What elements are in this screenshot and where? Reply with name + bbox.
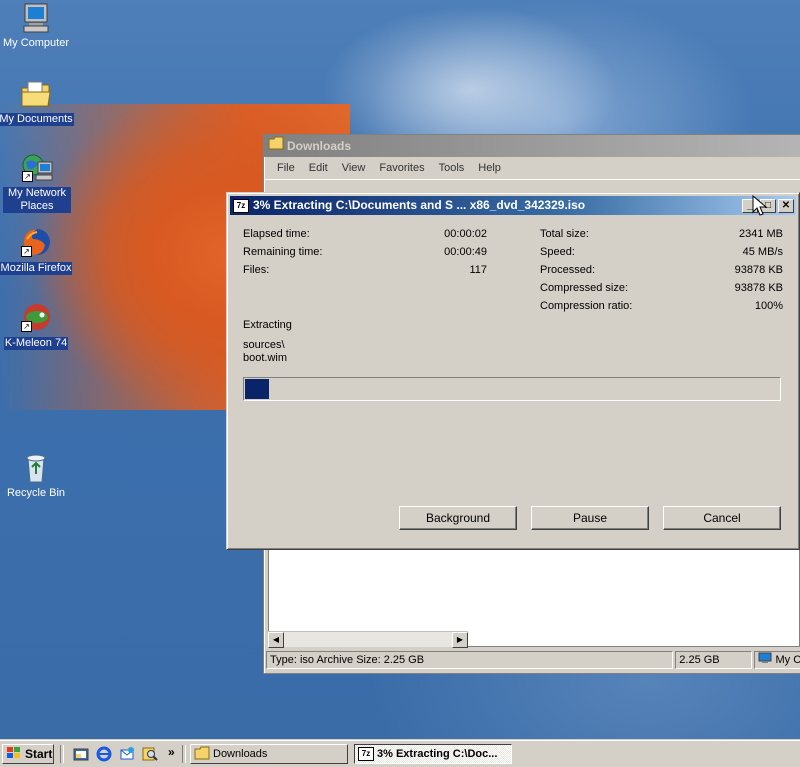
explorer-title-bar[interactable]: Downloads (264, 135, 800, 157)
windows-logo-icon (6, 746, 22, 763)
speed-value: 45 MB/s (742, 246, 783, 258)
folder-icon (268, 135, 284, 157)
search-icon[interactable] (142, 746, 158, 762)
shortcut-arrow-icon: ↗ (21, 246, 32, 257)
documents-folder-icon (19, 78, 53, 110)
close-button[interactable]: ✕ (778, 198, 794, 213)
7zip-app-icon: 7z (233, 198, 249, 213)
elapsed-time-label: Elapsed time: (243, 228, 310, 240)
taskbar-task-extracting[interactable]: 7z 3% Extracting C:\Doc... (354, 744, 512, 764)
desktop-icon-recycle-bin[interactable]: Recycle Bin (0, 452, 74, 500)
recycle-bin-icon (19, 452, 53, 484)
compressed-size-label: Compressed size: (540, 282, 629, 294)
explorer-status-bar: Type: iso Archive Size: 2.25 GB 2.25 GB … (266, 651, 800, 669)
compressed-size-value: 93878 KB (734, 282, 783, 294)
remaining-time-label: Remaining time: (243, 246, 323, 258)
extraction-progress-bar (243, 377, 781, 401)
scroll-right-button[interactable]: ▶ (452, 632, 468, 648)
menu-view[interactable]: View (342, 162, 366, 174)
background-button[interactable]: Background (399, 506, 517, 530)
mouse-cursor-icon (752, 194, 768, 217)
kmeleon-icon: ↗ (19, 302, 53, 334)
total-size-label: Total size: (540, 228, 589, 240)
explorer-menu-bar: File Edit View Favorites Tools Help (264, 157, 800, 179)
compression-ratio-label: Compression ratio: (540, 300, 633, 312)
processed-value: 93878 KB (734, 264, 783, 276)
firefox-icon: ↗ (19, 227, 53, 259)
status-zone: My C (754, 651, 800, 669)
folder-icon (194, 746, 210, 763)
cancel-button[interactable]: Cancel (663, 506, 781, 530)
menu-favorites[interactable]: Favorites (379, 162, 424, 174)
compression-ratio-value: 100% (754, 300, 783, 312)
start-button[interactable]: Start (2, 744, 54, 764)
computer-icon (758, 652, 772, 668)
desktop-icon-mozilla-firefox[interactable]: ↗ Mozilla Firefox (0, 227, 74, 275)
menu-file[interactable]: File (277, 162, 295, 174)
outlook-express-icon[interactable] (119, 746, 135, 762)
pause-button[interactable]: Pause (531, 506, 649, 530)
start-label: Start (25, 747, 53, 761)
taskbar-task-downloads[interactable]: Downloads (190, 744, 348, 764)
dialog-title-bar[interactable]: 7z 3% Extracting C:\Documents and S ... … (230, 196, 796, 215)
status-description: Type: iso Archive Size: 2.25 GB (266, 651, 674, 669)
taskbar-task-label: Downloads (213, 748, 268, 760)
elapsed-time-value: 00:00:02 (444, 228, 487, 240)
progress-fill (245, 379, 270, 399)
close-icon: ✕ (781, 199, 791, 211)
current-file: boot.wim (243, 352, 288, 364)
extraction-dialog[interactable]: 7z 3% Extracting C:\Documents and S ... … (226, 192, 800, 550)
desktop-icon-label: Mozilla Firefox (0, 262, 73, 275)
remaining-time-value: 00:00:49 (444, 246, 487, 258)
taskbar-task-label: 3% Extracting C:\Doc... (377, 748, 498, 760)
show-desktop-icon[interactable] (73, 746, 89, 762)
desktop-icon-label: Recycle Bin (6, 487, 66, 499)
taskbar-separator (182, 745, 186, 763)
menu-tools[interactable]: Tools (439, 162, 465, 174)
total-size-value: 2341 MB (738, 228, 783, 240)
taskbar-separator (60, 745, 64, 763)
dialog-title: 3% Extracting C:\Documents and S ... x86… (253, 198, 586, 212)
files-label: Files: (243, 264, 270, 276)
computer-icon (19, 2, 53, 34)
current-path: sources\ (243, 339, 285, 351)
operation-label: Extracting (243, 319, 292, 331)
network-icon: ↗ (20, 152, 54, 184)
shortcut-arrow-icon: ↗ (22, 171, 33, 182)
desktop: My Computer My Documents ↗ My Network Pl… (0, 0, 800, 740)
files-value: 117 (469, 264, 487, 276)
quick-launch-more-chevron-icon[interactable]: » (168, 745, 175, 759)
internet-explorer-icon[interactable] (96, 746, 112, 762)
processed-label: Processed: (540, 264, 596, 276)
menu-edit[interactable]: Edit (309, 162, 328, 174)
status-zone-label: My C (775, 654, 800, 666)
desktop-icon-k-meleon[interactable]: ↗ K-Meleon 74 (0, 302, 74, 350)
scroll-left-button[interactable]: ◀ (268, 632, 284, 648)
status-size: 2.25 GB (675, 651, 753, 669)
desktop-icon-my-documents[interactable]: My Documents (0, 78, 74, 126)
horizontal-scrollbar[interactable]: ◀ ▶ (268, 631, 468, 648)
shortcut-arrow-icon: ↗ (21, 321, 32, 332)
desktop-icon-label: K-Meleon 74 (3, 337, 69, 350)
desktop-icon-my-computer[interactable]: My Computer (0, 2, 74, 50)
explorer-title: Downloads (287, 139, 352, 153)
desktop-icon-label: My Network Places (3, 187, 71, 213)
taskbar: Start » Downloads 7z 3% Extracting C:\Do… (0, 740, 800, 767)
7zip-app-icon: 7z (358, 747, 374, 761)
desktop-icon-my-network-places[interactable]: ↗ My Network Places (0, 152, 76, 213)
desktop-icon-label: My Documents (0, 113, 74, 126)
speed-label: Speed: (540, 246, 575, 258)
desktop-icon-label: My Computer (2, 37, 70, 49)
menu-help[interactable]: Help (478, 162, 501, 174)
